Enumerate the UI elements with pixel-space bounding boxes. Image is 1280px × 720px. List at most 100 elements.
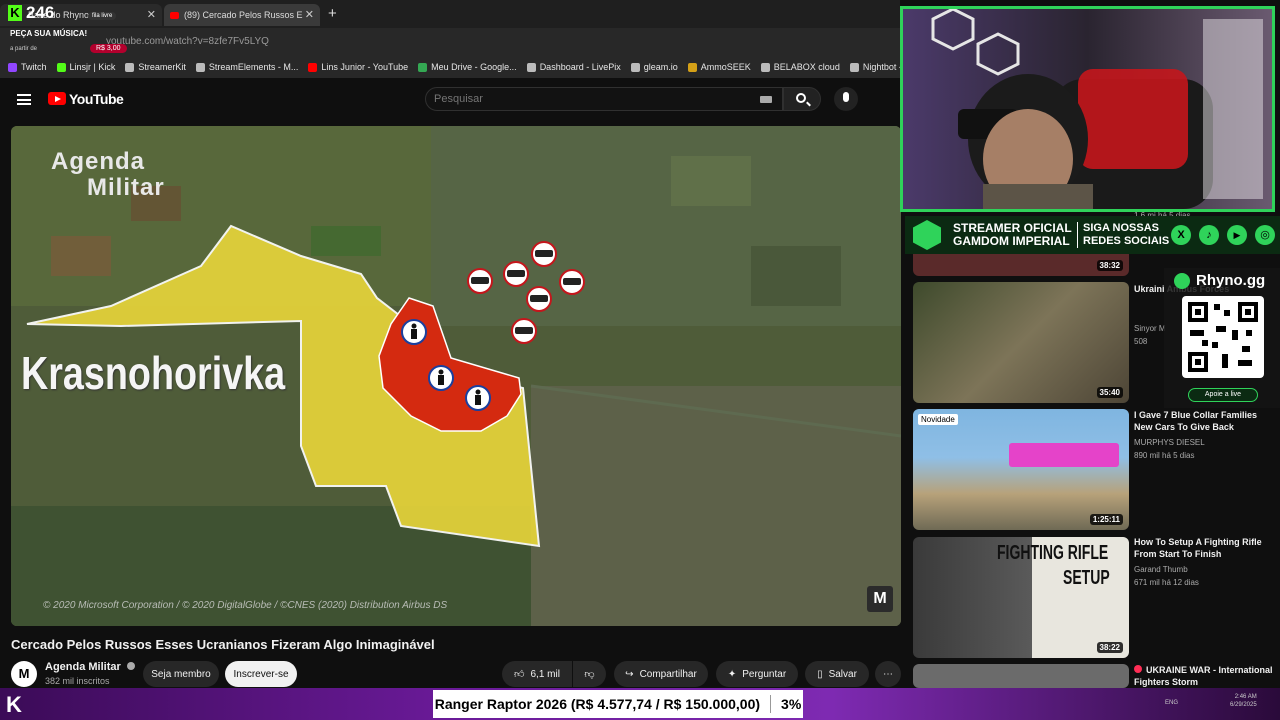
channel-name-text[interactable]: Agenda Militar: [45, 661, 121, 673]
tank-marker-1: [467, 268, 493, 294]
bookmark-label: Lins Junior - YouTube: [321, 62, 409, 72]
bookmark-item[interactable]: Meu Drive - Google...: [418, 62, 517, 72]
bookmark-favicon-icon: [308, 62, 318, 72]
verified-check-icon: [126, 662, 135, 670]
banner-right-text: SIGA NOSSAS REDES SOCIAIS: [1083, 222, 1170, 247]
soldier-marker-2: [428, 365, 454, 391]
video-watermark-agenda: Agenda: [51, 148, 146, 175]
rec-thumb-4[interactable]: [913, 664, 1129, 688]
stream-overlay-top-left: K 246 fila livre PEÇA SUA MÚSICA! a part…: [0, 0, 160, 60]
rec-meta-2: 890 mil há 5 dias: [1134, 451, 1195, 460]
bookmark-item[interactable]: StreamerKit: [125, 62, 186, 72]
streamer-banner: STREAMER OFICIAL GAMDOM IMPERIAL SIGA NOS…: [905, 216, 1280, 254]
youtube-header: YouTube: [0, 78, 900, 122]
map-copyright: © 2020 Microsoft Corporation / © 2020 Di…: [43, 600, 448, 611]
bookmark-item[interactable]: Lins Junior - YouTube: [308, 62, 408, 72]
rec-thumb-3[interactable]: FIGHTING RIFLE SETUP 38:22: [913, 537, 1129, 658]
new-tab-plus-icon[interactable]: +: [328, 5, 337, 22]
rec-channel-3[interactable]: Garand Thumb: [1134, 565, 1188, 574]
thumb-truck: [1009, 443, 1119, 467]
video-watermark-militar: Militar: [87, 174, 165, 201]
bookmark-item[interactable]: Dashboard - LivePix: [526, 62, 621, 72]
bookmark-item[interactable]: Twitch: [8, 62, 47, 72]
x-social-icon[interactable]: X: [1171, 225, 1191, 245]
rec-title-2[interactable]: I Gave 7 Blue Collar Families New Cars T…: [1134, 409, 1276, 433]
bookmark-favicon-icon: [195, 62, 205, 72]
voice-search-mic-icon[interactable]: [834, 87, 858, 111]
thumb-text-1: FIGHTING RIFLE: [997, 542, 1109, 564]
subscribe-button[interactable]: Inscrever-se: [225, 661, 297, 687]
sparkle-icon: ✦: [727, 668, 737, 680]
rec-title-4[interactable]: UKRAINE WAR - International Fighters Sto…: [1134, 664, 1276, 688]
ask-button[interactable]: ✦ Perguntar: [716, 661, 798, 687]
tank-marker-4: [559, 269, 585, 295]
heart-icon: [1174, 273, 1190, 289]
video-duration: 38:22: [1096, 642, 1123, 653]
kick-logo-icon: K: [8, 5, 22, 21]
tab-youtube-video[interactable]: (89) Cercado Pelos Russos E ✕: [164, 4, 320, 26]
hamburger-menu-icon[interactable]: [17, 94, 31, 105]
search-box[interactable]: [425, 87, 783, 111]
search-button[interactable]: [783, 87, 821, 111]
support-live-button[interactable]: Apoie a live: [1188, 388, 1258, 402]
bookmark-icon: ▯: [817, 668, 823, 680]
subscriber-count: 382 mil inscritos: [45, 676, 110, 686]
bookmark-item[interactable]: BELABOX cloud: [760, 62, 840, 72]
keyboard-icon[interactable]: [760, 96, 772, 103]
channel-name[interactable]: Agenda Militar: [45, 661, 135, 673]
share-button[interactable]: ↪ Compartilhar: [614, 661, 708, 687]
youtube-logo-icon[interactable]: [48, 92, 66, 105]
video-duration: 35:40: [1096, 387, 1123, 398]
rec-title-4-text[interactable]: UKRAINE WAR - International Fighters Sto…: [1134, 665, 1273, 687]
bookmark-item[interactable]: Linsjr | Kick: [56, 62, 116, 72]
search-icon: [796, 93, 806, 103]
goal-percent: 3%: [781, 696, 802, 712]
channel-logo-watermark[interactable]: M: [867, 586, 893, 612]
instagram-social-icon[interactable]: ◎: [1255, 225, 1275, 245]
bookmark-label: Dashboard - LivePix: [539, 62, 621, 72]
tab-label: (89) Cercado Pelos Russos E: [184, 10, 303, 20]
bookmark-label: StreamElements - M...: [208, 62, 299, 72]
music-request-sub: a partir de: [10, 46, 38, 52]
dislike-button[interactable]: 👎︎: [573, 661, 606, 687]
webcam-overlay: [900, 6, 1275, 212]
video-player[interactable]: Agenda Militar Krasnohorivka © 2020 Micr…: [11, 126, 901, 626]
bookmark-favicon-icon: [760, 62, 770, 72]
more-actions-button[interactable]: ⋯: [875, 661, 901, 687]
like-count: 6,1 mil: [530, 668, 560, 680]
bookmark-item[interactable]: gleam.io: [630, 62, 678, 72]
youtube-social-icon[interactable]: ▶: [1227, 225, 1247, 245]
thumb-text-2: SETUP: [1063, 567, 1110, 589]
bookmark-label: Linsjr | Kick: [69, 62, 116, 72]
like-button[interactable]: 👍︎ 6,1 mil: [502, 661, 572, 687]
bookmark-favicon-icon: [630, 62, 640, 72]
keyboard-language[interactable]: ENG: [1165, 700, 1178, 706]
qr-code[interactable]: [1182, 296, 1264, 378]
rec-thumb-2[interactable]: Novidade 1:25:11: [913, 409, 1129, 530]
save-button[interactable]: ▯ Salvar: [805, 661, 869, 687]
search-input[interactable]: [434, 93, 734, 105]
bookmark-label: gleam.io: [643, 62, 678, 72]
rec-thumb-1[interactable]: 35:40: [913, 282, 1129, 403]
tiktok-social-icon[interactable]: ♪: [1199, 225, 1219, 245]
donation-goal-ticker: Ranger Raptor 2026 (R$ 4.577,74 / R$ 150…: [433, 690, 803, 718]
tank-marker-2: [503, 261, 529, 287]
new-badge: Novidade: [918, 414, 958, 425]
town-label: Krasnohorivka: [21, 347, 286, 399]
rec-channel-2[interactable]: MURPHYS DIESEL: [1134, 438, 1205, 447]
system-clock[interactable]: 2:46 AM 6/29/2025: [1230, 693, 1257, 709]
rec-meta-1: 508: [1134, 337, 1148, 346]
bookmark-item[interactable]: AmmoSEEK: [687, 62, 751, 72]
tank-marker-5: [526, 286, 552, 312]
video-duration: 38:32: [1096, 260, 1123, 271]
join-member-button[interactable]: Seja membro: [143, 661, 219, 687]
channel-avatar[interactable]: M: [11, 661, 37, 687]
bookmark-label: Meu Drive - Google...: [431, 62, 517, 72]
close-tab-icon[interactable]: ✕: [305, 8, 314, 21]
rec-title-3[interactable]: How To Setup A Fighting Rifle From Start…: [1134, 536, 1276, 560]
youtube-wordmark[interactable]: YouTube: [69, 91, 124, 107]
bookmark-item[interactable]: StreamElements - M...: [195, 62, 299, 72]
rec-channel-1[interactable]: Sinyor M: [1134, 324, 1166, 333]
viewer-count: 246: [26, 3, 55, 22]
bookmark-favicon-icon: [687, 62, 697, 72]
